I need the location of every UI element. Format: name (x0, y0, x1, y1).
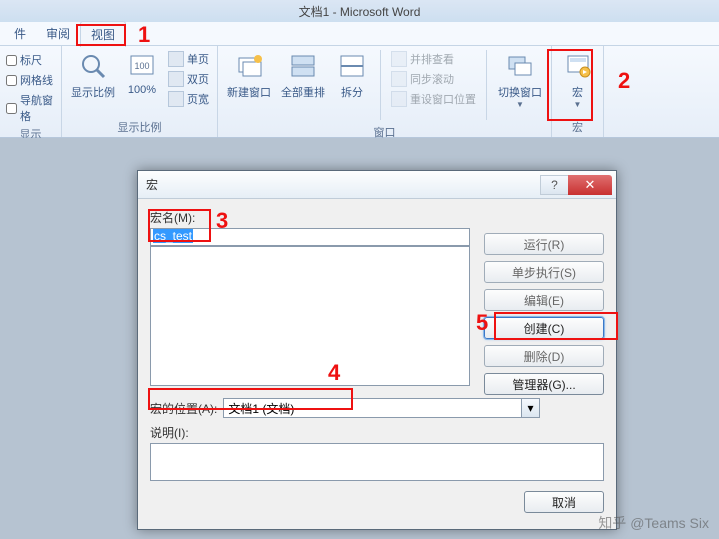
btn-arrange-all[interactable]: 全部重排 (278, 48, 328, 100)
one-page-icon (168, 51, 184, 67)
btn-cancel[interactable]: 取消 (524, 491, 604, 513)
macro-dialog: 宏 ? ✕ 宏名(M): cs_test 运行(R) 单步执行(S) 编辑(E)… (137, 170, 617, 530)
btn-run[interactable]: 运行(R) (484, 233, 604, 255)
group-macros-label: 宏 (558, 117, 597, 137)
ribbon-tabs: 件 审阅 视图 (0, 22, 719, 46)
annotation-4: 4 (328, 360, 340, 386)
btn-new-window[interactable]: 新建窗口 (224, 48, 274, 100)
group-zoom: 显示比例 100 100% 单页 双页 页宽 显示比例 (62, 46, 218, 137)
btn-reset-pos: 重设窗口位置 (389, 90, 478, 108)
dialog-help-button[interactable]: ? (540, 175, 568, 195)
btn-organizer[interactable]: 管理器(G)... (484, 373, 604, 395)
annotation-2: 2 (618, 68, 630, 94)
chevron-down-icon[interactable]: ▾ (521, 399, 539, 417)
group-show: 标尺 网格线 导航窗格 显示 (0, 46, 62, 137)
group-zoom-label: 显示比例 (68, 117, 211, 137)
tab-view[interactable]: 视图 (80, 21, 126, 47)
btn-sync-scroll: 同步滚动 (389, 70, 478, 88)
dialog-title: 宏 (146, 176, 540, 193)
group-window: 新建窗口 全部重排 拆分 并排查看 同步滚动 重设窗口位置 切换窗口 ▼ (218, 46, 552, 137)
app-titlebar: 文档1 - Microsoft Word (0, 0, 719, 22)
new-window-icon (233, 50, 265, 82)
chk-gridlines[interactable]: 网格线 (6, 72, 55, 88)
btn-switch-window[interactable]: 切换窗口 ▼ (495, 48, 545, 109)
dialog-titlebar[interactable]: 宏 ? ✕ (138, 171, 616, 199)
btn-one-page[interactable]: 单页 (166, 50, 211, 68)
app-title: 文档1 - Microsoft Word (299, 3, 421, 20)
btn-100[interactable]: 100 100% (122, 48, 162, 96)
split-icon (336, 50, 368, 82)
btn-step[interactable]: 单步执行(S) (484, 261, 604, 283)
btn-zoom[interactable]: 显示比例 (68, 48, 118, 100)
btn-macros[interactable]: 宏 ▼ (558, 48, 597, 109)
macro-list[interactable] (150, 246, 470, 386)
chk-ruler[interactable]: 标尺 (6, 52, 55, 68)
macro-icon (562, 50, 594, 82)
watermark: 知乎 @Teams Six (598, 513, 709, 533)
btn-page-width[interactable]: 页宽 (166, 90, 211, 108)
btn-edit[interactable]: 编辑(E) (484, 289, 604, 311)
macro-desc-label: 说明(I): (150, 424, 604, 441)
tab-review[interactable]: 审阅 (36, 21, 80, 46)
two-page-icon (168, 71, 184, 87)
macro-location-label: 宏的位置(A): (150, 400, 217, 417)
arrange-icon (287, 50, 319, 82)
btn-side-by-side: 并排查看 (389, 50, 478, 68)
tab-file-partial[interactable]: 件 (4, 21, 36, 46)
annotation-1: 1 (138, 22, 150, 48)
macro-location-combo[interactable]: 文档1 (文档) ▾ (223, 398, 540, 418)
group-macros: 宏 ▼ 宏 (552, 46, 604, 137)
switch-window-icon (504, 50, 536, 82)
macro-name-input[interactable]: cs_test (150, 228, 470, 246)
macro-desc-input[interactable] (150, 443, 604, 481)
btn-split[interactable]: 拆分 (332, 48, 372, 100)
chk-nav-pane[interactable]: 导航窗格 (6, 92, 55, 124)
page-width-icon (168, 91, 184, 107)
annotation-5: 5 (476, 310, 488, 336)
side-by-side-icon (391, 51, 407, 67)
btn-delete[interactable]: 删除(D) (484, 345, 604, 367)
macro-location-value: 文档1 (文档) (228, 400, 294, 417)
btn-two-page[interactable]: 双页 (166, 70, 211, 88)
dialog-close-button[interactable]: ✕ (568, 175, 612, 195)
reset-pos-icon (391, 91, 407, 107)
ribbon: 标尺 网格线 导航窗格 显示 显示比例 100 100% 单页 (0, 46, 719, 138)
svg-text:100: 100 (134, 61, 149, 71)
btn-create[interactable]: 创建(C) (484, 317, 604, 339)
annotation-3: 3 (216, 208, 228, 234)
sync-scroll-icon (391, 71, 407, 87)
magnifier-icon (77, 50, 109, 82)
hundred-icon: 100 (126, 50, 158, 82)
